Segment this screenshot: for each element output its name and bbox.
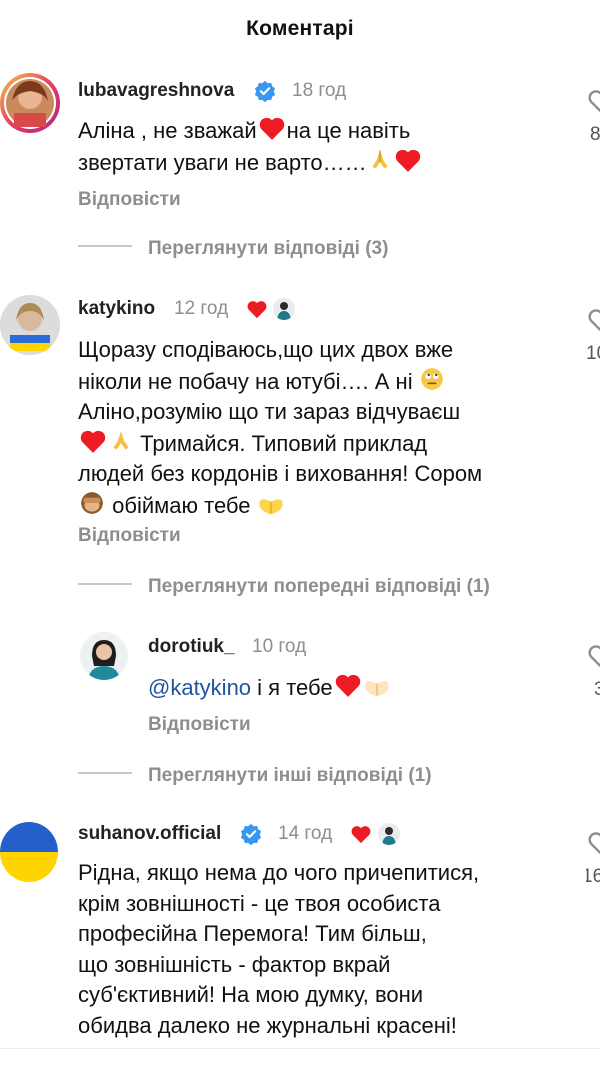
bottom-bar bbox=[0, 1048, 600, 1067]
view-replies-button[interactable]: Переглянути попередні відповіді (1) bbox=[148, 576, 490, 598]
eye-roll-emoji-icon bbox=[420, 367, 443, 390]
ukraine-flag-avatar-icon bbox=[0, 822, 58, 882]
reply-button[interactable]: Відповісти bbox=[78, 525, 181, 547]
avatar[interactable] bbox=[0, 295, 60, 355]
heart-outline-icon[interactable] bbox=[586, 643, 600, 669]
like-count: 10 bbox=[586, 343, 600, 364]
praying-hands-icon bbox=[372, 149, 388, 169]
avatar[interactable] bbox=[0, 73, 60, 133]
comment-username[interactable]: dorotiuk_ bbox=[148, 636, 235, 658]
verified-badge-icon bbox=[240, 823, 262, 845]
comment-text: Аліна , не зважай на це навіть звертати у… bbox=[78, 115, 423, 178]
avatar-image-icon bbox=[0, 295, 60, 355]
heart-hands-icon bbox=[258, 498, 283, 514]
like-column: 3 bbox=[586, 643, 600, 703]
divider bbox=[78, 245, 132, 247]
red-heart-icon bbox=[80, 430, 106, 453]
red-heart-icon bbox=[335, 674, 360, 697]
avatar[interactable] bbox=[80, 632, 128, 680]
red-heart-icon bbox=[247, 301, 267, 319]
heart-hands-icon bbox=[364, 681, 389, 697]
avatar[interactable] bbox=[0, 822, 58, 882]
avatar-image-icon bbox=[4, 77, 56, 129]
avatar-image-icon bbox=[80, 632, 128, 680]
comment-time: 12 год bbox=[174, 298, 229, 319]
comment-username[interactable]: suhanov.official bbox=[78, 823, 221, 845]
comment-time: 18 год bbox=[292, 80, 347, 101]
creator-avatar bbox=[378, 823, 400, 845]
view-replies-button[interactable]: Переглянути відповіді (3) bbox=[148, 238, 388, 260]
reply-button[interactable]: Відповісти bbox=[78, 189, 181, 211]
see-no-evil-monkey-icon bbox=[81, 491, 103, 514]
like-column: 8 bbox=[586, 88, 600, 148]
like-count: 16 bbox=[586, 866, 600, 887]
praying-hands-icon bbox=[113, 430, 129, 450]
like-count: 8 bbox=[590, 124, 600, 145]
divider bbox=[78, 772, 132, 774]
like-column: 10 bbox=[586, 307, 600, 367]
creator-avatar-icon bbox=[277, 302, 291, 320]
like-column: 16 bbox=[586, 830, 600, 890]
creator-avatar bbox=[273, 298, 295, 320]
comments-header: Коментарі bbox=[0, 0, 600, 58]
reply-button[interactable]: Відповісти bbox=[148, 714, 251, 736]
mention-link[interactable]: @katykino bbox=[148, 675, 251, 700]
heart-outline-icon[interactable] bbox=[586, 88, 600, 114]
comment-time: 14 год bbox=[278, 823, 333, 844]
red-heart-icon bbox=[351, 826, 371, 844]
red-heart-icon bbox=[395, 149, 420, 172]
comment-username[interactable]: katykino bbox=[78, 298, 155, 320]
creator-avatar-icon bbox=[382, 827, 396, 845]
heart-outline-icon[interactable] bbox=[586, 307, 600, 333]
red-heart-icon bbox=[259, 117, 284, 140]
view-replies-button[interactable]: Переглянути інші відповіді (1) bbox=[148, 765, 432, 787]
comment-username[interactable]: lubavagreshnova bbox=[78, 80, 234, 102]
heart-outline-icon[interactable] bbox=[586, 830, 600, 856]
divider bbox=[78, 583, 132, 585]
comment-time: 10 год bbox=[252, 636, 307, 657]
verified-badge-icon bbox=[254, 80, 276, 102]
comment-text: Рідна, якщо нема до чого причепитися, кр… bbox=[78, 860, 480, 1038]
like-count: 3 bbox=[594, 679, 600, 700]
comment-text: @katykino і я тебе bbox=[148, 672, 391, 704]
page-title: Коментарі bbox=[246, 17, 354, 40]
comment-text: Щоразу сподіваюсь,що цих двох вже ніколи… bbox=[78, 337, 483, 518]
